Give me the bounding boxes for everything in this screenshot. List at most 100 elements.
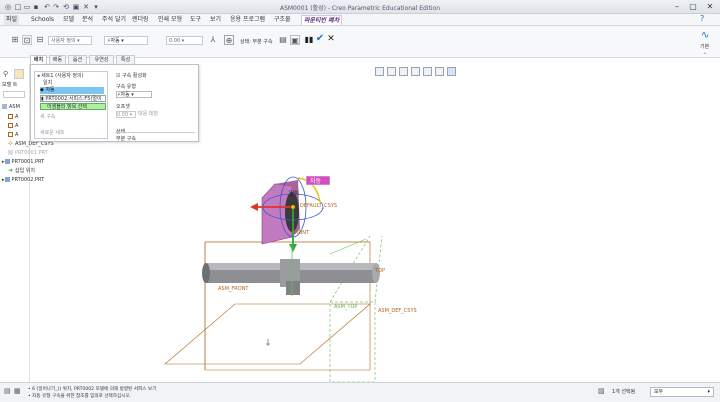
menu-tools[interactable]: 도구 (188, 15, 203, 25)
part-icon (4, 177, 10, 182)
menu-annotate[interactable]: 주석 달기 (100, 15, 128, 25)
tree-item-part2[interactable]: ▸ PRT0002.PRT (2, 177, 44, 184)
tree-item-asm[interactable]: ASM (2, 104, 20, 111)
flip-icon[interactable]: ⅄ (208, 35, 218, 45)
shaft-hub (286, 281, 300, 295)
selection-icon[interactable]: ▨ (598, 387, 605, 395)
navigator-tab-icon[interactable]: ⚲ (3, 70, 8, 78)
tab-placement[interactable]: 배치 (30, 55, 47, 64)
enable-constraint-checkbox[interactable]: ☑ 구속 활성화 (116, 73, 147, 79)
maximize-icon[interactable]: ▢ (686, 1, 700, 13)
ribbon-expand-icon[interactable]: ⌄ (703, 50, 707, 56)
constraint-match[interactable]: 일치 (43, 80, 52, 86)
offset-input[interactable]: 0.00 ▾ (166, 36, 203, 45)
menu-bar: 파일 Schools 모델 분석 주석 달기 렌더링 인쇄 모형 도구 보기 응… (0, 14, 720, 26)
menu-schools[interactable]: Schools (29, 15, 56, 25)
constraint-type-label: 구속 유형 (116, 84, 136, 90)
select-assembly-item[interactable]: 어셈블리 항목 선택 (40, 103, 106, 110)
ok-button[interactable]: ✔ (315, 34, 325, 44)
title-bar: ◎ □ ▭ ▪ ↶ ↷ ⟲ ▣ ✕ ▾ ASM0001 (활성) - Creo … (0, 0, 720, 14)
offset-label: 오프셋 (116, 104, 130, 110)
menu-model[interactable]: 모델 (61, 15, 76, 25)
zoom-in-icon[interactable] (387, 67, 396, 76)
display-style-icon[interactable] (423, 67, 432, 76)
offset-input[interactable]: 0.00 ▾ (116, 111, 136, 118)
quick-access-more-icon[interactable]: ▾ (92, 3, 100, 11)
show-window-icon[interactable]: ▤ (278, 35, 288, 45)
regenerate-icon[interactable]: ⟲ (62, 3, 70, 11)
new-icon[interactable]: □ (14, 3, 22, 11)
saved-views-icon[interactable] (435, 67, 444, 76)
menu-applications[interactable]: 응용 프로그램 (228, 15, 267, 25)
tab-options[interactable]: 옵션 (68, 55, 87, 64)
match-label: 일치 (289, 189, 299, 197)
menu-component-placement[interactable]: 파운티빈 폐차 (301, 15, 343, 25)
minimize-icon[interactable]: – (670, 1, 684, 13)
cancel-button[interactable]: ✕ (326, 34, 336, 44)
close-icon[interactable]: ✕ (703, 1, 717, 13)
folder-tab-icon[interactable] (14, 69, 24, 79)
tab-move[interactable]: 배동 (49, 55, 66, 64)
tab-flexibility[interactable]: 유연성 (89, 55, 114, 64)
pause-button[interactable]: ▮▮ (304, 35, 314, 45)
menu-file[interactable]: 파일 (4, 15, 20, 25)
tree-item-right[interactable]: A (8, 114, 18, 121)
constraint-reference[interactable]: ▮ PRT0002:서피스:F5(멀이 (40, 95, 106, 102)
constraint-auto-selected[interactable]: ◆ 자동 (40, 87, 104, 94)
repaint-icon[interactable] (411, 67, 420, 76)
selection-filter-dropdown[interactable]: 모두 ▾ (650, 387, 714, 397)
close-window-icon[interactable]: ✕ (82, 3, 90, 11)
menu-structure[interactable]: 구조물 (272, 15, 293, 25)
move-icon[interactable]: ⊕ (224, 35, 234, 45)
message-area-icon[interactable]: ▤ (4, 387, 11, 395)
auto-constraint-dropdown[interactable]: ⚡자동 ▾ (104, 36, 148, 45)
datum-plane-icon (8, 123, 13, 128)
front-label: FRONT (292, 230, 310, 236)
tree-item-insert-here[interactable]: ➜ 삽입 위치 (8, 168, 35, 175)
tree-item-front[interactable]: A (8, 132, 18, 139)
constraint-type-dropdown[interactable]: ⚡자동 ▾ (116, 91, 152, 98)
message-log-icon[interactable]: ▦ (14, 387, 21, 395)
right-label: 기본 (700, 44, 710, 50)
redo-icon[interactable]: ↷ (52, 3, 60, 11)
undo-icon[interactable]: ↶ (43, 3, 51, 11)
window-title: ASM0001 (활성) - Creo Parametric Education… (279, 5, 441, 12)
constraint-set-list[interactable]: ◂ 세트1 (사용자 정의) 일치 ◆ 자동 ▮ PRT0002:서피스:F5(… (34, 71, 108, 139)
new-constraint-link[interactable]: 새 구속 (40, 114, 55, 120)
open-icon[interactable]: ▭ (23, 3, 31, 11)
window-icon[interactable]: ▣ (72, 3, 80, 11)
tab-properties[interactable]: 특성 (116, 55, 135, 64)
model-tree-panel: ⚲ 모델 트 ASM A A A ⊹ ASM_DEF_CSYS PRT0001.P… (0, 64, 54, 382)
tree-item-part-gray[interactable]: PRT0001.PRT (8, 150, 48, 157)
user-defined-icon[interactable]: ⊡ (22, 35, 32, 45)
menu-print[interactable]: 인쇄 모형 (156, 15, 184, 25)
menu-render[interactable]: 렌더링 (130, 15, 151, 25)
chevron-down-icon: ▾ (707, 389, 710, 395)
menu-analysis[interactable]: 분석 (80, 15, 95, 25)
placement-type-icon[interactable]: ⊞ (10, 35, 20, 45)
refit-icon[interactable] (375, 67, 384, 76)
flip-button[interactable]: 대응 데칭 (138, 111, 158, 117)
view-manager-icon[interactable]: ∿ (701, 30, 709, 41)
separate-window-icon[interactable]: ▣ (290, 35, 300, 45)
set-header[interactable]: ◂ 세트1 (사용자 정의) (37, 73, 84, 79)
constraint-type-dropdown[interactable]: 사용자 정의 ▾ (48, 36, 92, 45)
datum-display-icon[interactable] (447, 67, 456, 76)
datum-plane-icon (8, 132, 13, 137)
status-message-2: • 자동 유형 구속을 위한 참조를 임의로 선택하십시오. (28, 394, 132, 399)
new-set-link[interactable]: 새로운 세트 (40, 130, 65, 136)
tree-filter-box[interactable] (3, 91, 25, 98)
menu-view[interactable]: 보기 (208, 15, 223, 25)
creo-window: ◎ □ ▭ ▪ ↶ ↷ ⟲ ▣ ✕ ▾ ASM0001 (활성) - Creo … (0, 0, 720, 402)
tree-item-part1[interactable]: ▸ PRT0001.PRT (2, 159, 44, 166)
tree-item-csys[interactable]: ⊹ ASM_DEF_CSYS (8, 141, 54, 148)
zoom-out-icon[interactable] (399, 67, 408, 76)
asm-def-csys-label: ASM_DEF_CSYS (378, 308, 417, 314)
status-bar: ▤ ▦ • 6 (일어나기_)) 위치, PRT0002 모델에 의해 방향된 … (0, 382, 720, 402)
mechanism-icon[interactable]: ⊟ (35, 35, 45, 45)
tree-item-top[interactable]: A (8, 123, 18, 130)
dragger-center (290, 204, 296, 210)
selection-count: 1개 선택됨 (612, 389, 636, 395)
help-icon[interactable]: ? (698, 14, 706, 24)
save-icon[interactable]: ▪ (32, 3, 40, 11)
